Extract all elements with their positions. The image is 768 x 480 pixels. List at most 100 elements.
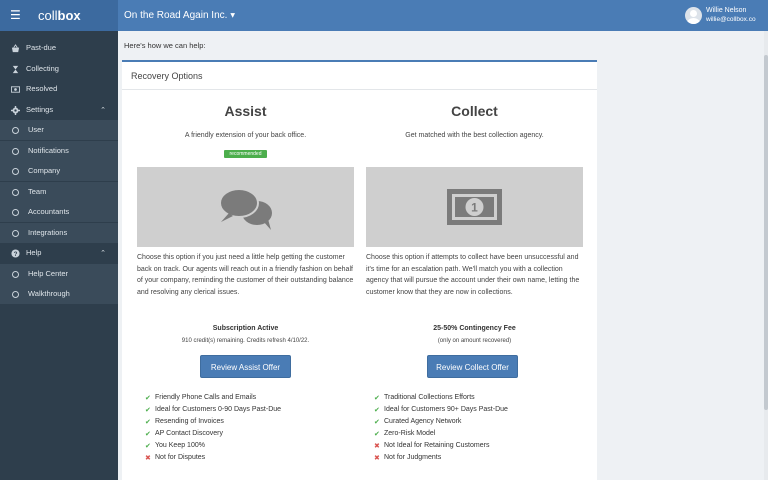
list-item: ✔ Traditional Collections Efforts [374,394,475,402]
review-assist-offer-button[interactable]: Review Assist Offer [200,355,291,378]
x-icon: ✖ [374,454,380,462]
sidebar-item-collecting[interactable]: Collecting [0,59,118,79]
circle-icon [12,271,19,278]
check-icon: ✔ [374,394,380,402]
circle-icon [12,127,19,134]
check-icon: ✔ [145,406,151,414]
assist-plan-status: Subscription Active [212,325,279,332]
circle-icon [12,230,19,237]
review-collect-offer-button[interactable]: Review Collect Offer [427,355,518,378]
check-icon: ✔ [374,430,380,438]
circle-icon [12,291,19,298]
list-item: ✔ Friendly Phone Calls and Emails [145,394,257,402]
avatar[interactable] [685,7,702,24]
check-icon: ✔ [374,406,380,414]
assist-plan-note: 910 credit(s) remaining. Credits refresh… [181,338,310,344]
assist-feature-list: ✔ Friendly Phone Calls and Emails ✔ Ideal … [145,392,350,464]
sidebar-item-label: Accountants [28,207,70,216]
user-email: willie@collbox.co [706,16,756,23]
check-icon: ✔ [145,418,151,426]
sidebar-item-label: Team [28,187,47,196]
sidebar-item-label: Settings [26,105,54,114]
sidebar: Past-due Collecting Resolved Settings ⌃ … [0,31,118,480]
chevron-up-icon: ⌃ [100,106,106,114]
sidebar-item-resolved[interactable]: Resolved [0,79,118,99]
circle-icon [12,209,19,216]
collect-plan-fee: 25-50% Contingency Fee [433,325,516,332]
check-icon: ✔ [145,394,151,402]
sidebar-item-label: Company [28,166,61,175]
svg-text:?: ? [14,251,18,258]
sidebar-item-help-center[interactable]: Help Center [0,264,118,284]
caret-down-icon: ▼ [230,11,236,19]
assist-description: Choose this option if you just need a li… [137,254,354,296]
question-icon: ? [11,249,20,258]
sidebar-item-past-due[interactable]: Past-due [0,38,118,58]
brand-bar: ☰ collbox [0,0,118,31]
sidebar-item-user[interactable]: User [0,120,118,140]
assist-title: Assist [224,103,267,119]
collect-feature-list: ✔ Traditional Collections Efforts ✔ Ideal … [374,392,579,464]
sidebar-item-label: Help Center [28,269,69,278]
recovery-options-panel: Recovery Options Assist A friendly exten… [122,60,597,480]
sidebar-item-label: Integrations [28,228,68,237]
sidebar-item-settings[interactable]: Settings ⌃ [0,100,118,120]
company-switcher[interactable]: On the Road Again Inc. ▼ [124,10,235,21]
chat-bubbles-icon [219,188,272,230]
check-icon: ✔ [374,418,380,426]
list-item: ✔ You Keep 100% [145,442,205,450]
list-item: ✖ Not Ideal for Retaining Customers [374,442,490,450]
list-item: ✔ Zero-Risk Model [374,430,436,438]
collect-plan-note: (only on amount recovered) [437,338,512,344]
sidebar-item-label: Resolved [26,84,58,93]
collect-description: Choose this option if attempts to collec… [366,254,580,296]
list-item: ✖ Not for Disputes [145,454,206,462]
hourglass-icon [12,65,19,74]
x-icon: ✖ [145,454,151,462]
sidebar-item-walkthrough[interactable]: Walkthrough [0,284,118,304]
sidebar-item-label: Collecting [26,64,59,73]
list-item: ✔ Ideal for Customers 0-90 Days Past-Due [145,406,282,414]
money-icon [11,86,20,93]
check-icon: ✔ [145,430,151,438]
circle-icon [12,168,19,175]
list-item: ✔ Resending of Invoices [145,418,224,426]
list-item: ✔ AP Contact Discovery [145,430,223,438]
money-bill-icon: 1 [447,189,502,225]
list-item: ✔ Ideal for Customers 90+ Days Past-Due [374,406,508,414]
sidebar-item-label: Help [26,248,42,257]
assist-subtitle: A friendly extension of your back office… [184,132,307,139]
list-item: ✔ Curated Agency Network [374,418,462,426]
scrollbar-thumb[interactable] [764,55,768,410]
collect-image: 1 [366,167,583,247]
circle-icon [12,189,19,196]
sidebar-item-integrations[interactable]: Integrations [0,223,118,243]
assist-image [137,167,354,247]
panel-title: Recovery Options [131,71,203,81]
help-text: Here's how we can help: [124,41,206,50]
sidebar-item-label: Walkthrough [28,289,70,298]
sidebar-item-help[interactable]: ? Help ⌃ [0,243,118,263]
panel-header: Recovery Options [122,62,597,90]
sidebar-item-notifications[interactable]: Notifications [0,141,118,161]
sidebar-item-label: User [28,125,44,134]
sidebar-item-team[interactable]: Team [0,182,118,202]
svg-text:1: 1 [471,201,478,215]
sidebar-item-accountants[interactable]: Accountants [0,202,118,222]
collect-title: Collect [451,103,498,119]
sidebar-item-company[interactable]: Company [0,161,118,181]
sidebar-item-label: Past-due [26,43,57,52]
user-name[interactable]: Willie Nelson [706,7,746,14]
collect-subtitle: Get matched with the best collection age… [405,132,544,139]
chevron-up-icon: ⌃ [100,249,106,257]
brand-logo[interactable]: collbox [38,8,81,23]
x-icon: ✖ [374,442,380,450]
menu-icon[interactable]: ☰ [10,9,21,21]
recommended-badge: recommended [224,150,267,158]
gear-icon [11,106,20,115]
check-icon: ✔ [145,442,151,450]
basket-icon [11,44,20,53]
circle-icon [12,148,19,155]
top-bar: ☰ collbox On the Road Again Inc. ▼ Willie… [0,0,768,31]
list-item: ✖ Not for Judgments [374,454,442,462]
